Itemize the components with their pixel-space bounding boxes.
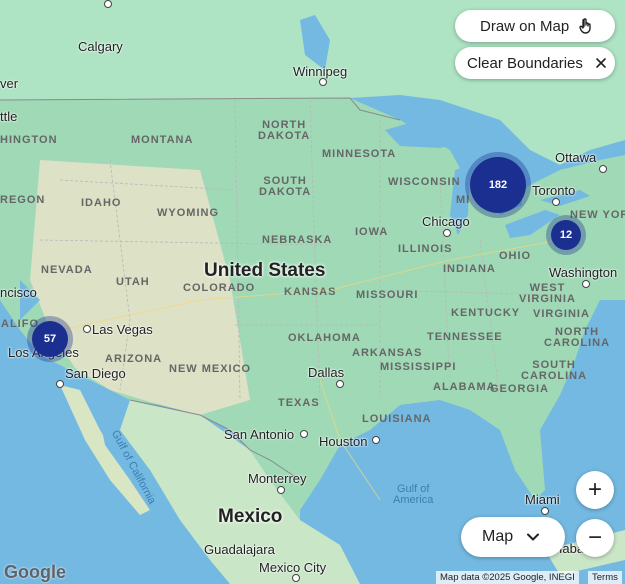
- state-label-michigan: MI: [456, 194, 471, 206]
- cluster-marker[interactable]: 57: [32, 321, 68, 357]
- state-label-iowa: IOWA: [355, 226, 389, 238]
- state-label-north-dakota: NORTH DAKOTA: [258, 119, 311, 142]
- draw-on-map-label: Draw on Map: [480, 17, 570, 35]
- state-label-nevada: NEVADA: [41, 264, 93, 276]
- city-marker-las-vegas: [83, 325, 91, 333]
- state-label-new-mexico: NEW MEXICO: [169, 363, 252, 375]
- google-logo: Google: [4, 562, 66, 582]
- city-label-seattle: ttle: [0, 109, 18, 124]
- city-label-san-antonio: San Antonio: [224, 427, 295, 442]
- state-label-missouri: MISSOURI: [356, 289, 419, 301]
- water-label-gulf-of-america: Gulf of America: [393, 483, 434, 506]
- zoom-in-button[interactable]: +: [576, 471, 614, 509]
- chevron-down-icon: [527, 533, 540, 541]
- close-icon: [595, 57, 607, 69]
- draw-on-map-button[interactable]: Draw on Map: [455, 10, 615, 42]
- city-label-miami: Miami: [525, 492, 560, 507]
- city-label-monterrey: Monterrey: [248, 471, 307, 486]
- city-marker-monterrey: [277, 486, 285, 494]
- cluster-marker[interactable]: 12: [551, 220, 581, 250]
- city-marker-dallas: [336, 380, 344, 388]
- city-label-calgary: Calgary: [78, 39, 123, 54]
- city-label-toronto: Toronto: [532, 183, 576, 198]
- state-label-texas: TEXAS: [278, 397, 320, 409]
- city-label-san-diego: San Diego: [65, 366, 126, 381]
- state-label-arizona: ARIZONA: [105, 353, 163, 365]
- state-label-mississippi: MISSISSIPPI: [380, 361, 457, 373]
- city-label-las-vegas: Las Vegas: [92, 322, 153, 337]
- state-label-west-virginia: WEST VIRGINIA: [519, 282, 576, 305]
- city-marker-san-antonio: [300, 430, 308, 438]
- city-marker-washington: [582, 280, 590, 288]
- state-label-colorado: COLORADO: [183, 282, 256, 294]
- city-label-houston: Houston: [319, 434, 368, 449]
- state-label-oklahoma: OKLAHOMA: [288, 332, 361, 344]
- state-label-oregon: REGON: [0, 194, 46, 206]
- state-label-south-dakota: SOUTH DAKOTA: [259, 175, 312, 198]
- state-label-tennessee: TENNESSEE: [427, 331, 503, 343]
- state-label-nebraska: NEBRASKA: [262, 234, 333, 246]
- state-label-alabama: ALABAMA: [433, 381, 496, 393]
- city-marker-miami: [541, 507, 549, 515]
- state-label-montana: MONTANA: [131, 134, 194, 146]
- state-label-louisiana: LOUISIANA: [362, 413, 432, 425]
- map-type-label: Map: [482, 528, 514, 545]
- state-label-arkansas: ARKANSAS: [352, 347, 423, 359]
- city-marker-calgary: [104, 0, 112, 8]
- city-label-winnipeg: Winnipeg: [293, 64, 348, 79]
- city-label-chicago: Chicago: [422, 214, 470, 229]
- state-label-wisconsin: WISCONSIN: [388, 176, 461, 188]
- city-label-mexico-city: Mexico City: [259, 560, 327, 575]
- state-label-utah: UTAH: [116, 276, 150, 288]
- state-label-california: ALIFO: [1, 318, 39, 330]
- city-label-san-francisco: ncisco: [0, 285, 37, 300]
- city-marker-winnipeg: [319, 78, 327, 86]
- city-marker-toronto: [552, 198, 560, 206]
- city-label-ottawa: Ottawa: [555, 150, 597, 165]
- state-label-idaho: IDAHO: [81, 197, 122, 209]
- clear-boundaries-button[interactable]: Clear Boundaries: [455, 47, 615, 79]
- city-marker-san-diego: [56, 380, 64, 388]
- state-label-illinois: ILLINOIS: [398, 243, 453, 255]
- state-label-kansas: KANSAS: [284, 286, 337, 298]
- city-label-dallas: Dallas: [308, 365, 345, 380]
- country-label-mexico: Mexico: [218, 506, 283, 527]
- state-label-ohio: OHIO: [499, 250, 532, 262]
- city-marker-mexico-city: [292, 574, 300, 582]
- state-label-indiana: INDIANA: [443, 263, 496, 275]
- terms-link[interactable]: Terms: [588, 571, 622, 584]
- state-label-new-york: NEW YORK: [570, 209, 625, 221]
- city-label-vancouver: ver: [0, 76, 19, 91]
- state-label-virginia: VIRGINIA: [533, 308, 590, 320]
- city-marker-chicago: [443, 229, 451, 237]
- state-label-georgia: GEORGIA: [490, 383, 549, 395]
- city-marker-houston: [372, 436, 380, 444]
- state-label-north-carolina: NORTH CAROLINA: [544, 326, 611, 349]
- state-label-wyoming: WYOMING: [157, 207, 219, 219]
- clear-boundaries-label: Clear Boundaries: [467, 54, 583, 72]
- cluster-marker[interactable]: 182: [470, 157, 526, 213]
- map-data-attribution: Map data ©2025 Google, INEGI: [436, 571, 579, 584]
- hand-pointer-icon: [579, 18, 593, 34]
- state-label-kentucky: KENTUCKY: [451, 307, 521, 319]
- country-label-united-states: United States: [204, 260, 326, 281]
- city-label-guadalajara: Guadalajara: [204, 542, 275, 557]
- state-label-washington: HINGTON: [0, 134, 58, 146]
- state-label-south-carolina: SOUTH CAROLINA: [521, 359, 588, 382]
- state-label-minnesota: MINNESOTA: [322, 148, 397, 160]
- zoom-out-button[interactable]: −: [576, 519, 614, 557]
- city-marker-ottawa: [599, 165, 607, 173]
- map-type-select[interactable]: Map: [461, 517, 565, 557]
- city-label-washington: Washington: [549, 265, 618, 280]
